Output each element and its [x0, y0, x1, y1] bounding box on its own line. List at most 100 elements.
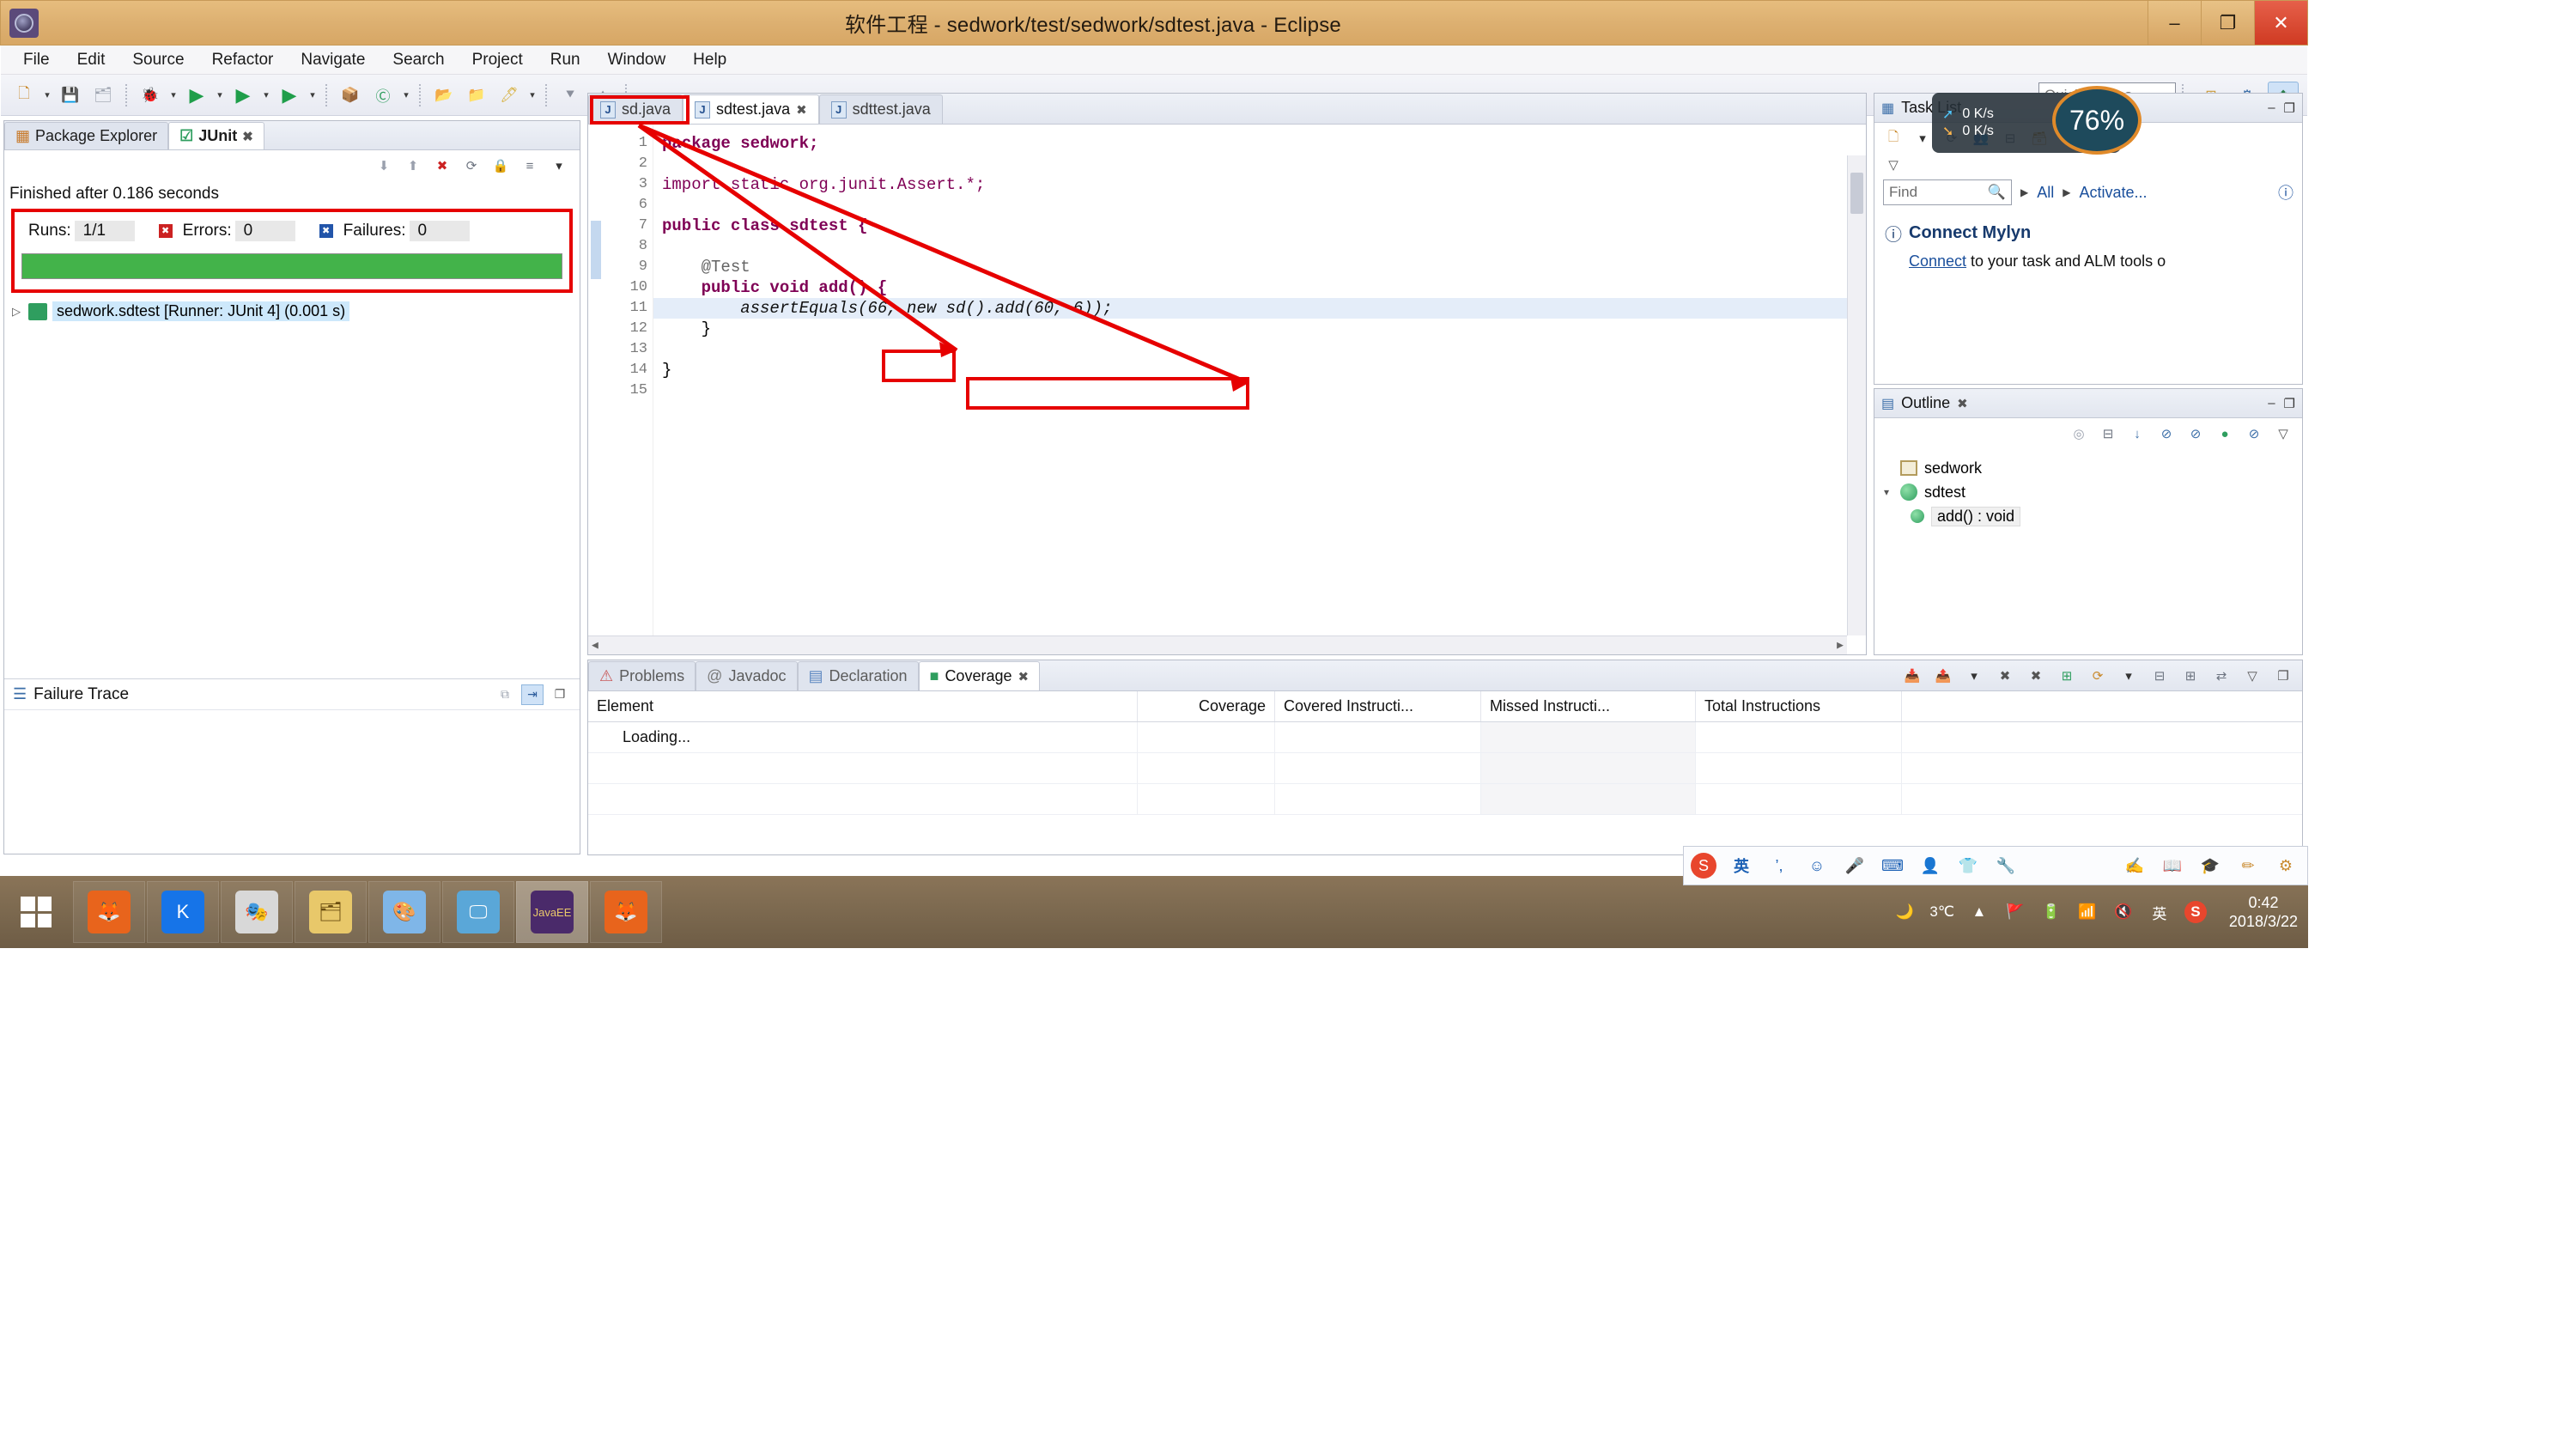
editor-tab-sd-java[interactable]: J sd.java: [588, 94, 683, 124]
taskbar-app-paint[interactable]: 🎨: [368, 881, 440, 943]
ime-chinese-icon[interactable]: 英: [2148, 901, 2171, 923]
editor-horizontal-scrollbar[interactable]: ◀ ▶: [588, 635, 1847, 654]
menu-run[interactable]: Run: [537, 49, 594, 71]
save-icon[interactable]: 💾: [57, 82, 84, 109]
menu-file[interactable]: File: [9, 49, 64, 71]
close-icon[interactable]: ✖: [1957, 396, 1968, 411]
maximize-icon[interactable]: ❐: [2284, 100, 2295, 116]
minimize-icon[interactable]: –: [2268, 396, 2275, 411]
new-wizard-icon[interactable]: 🗋: [10, 82, 38, 109]
maximize-button[interactable]: ❐: [2201, 1, 2254, 45]
expand-arrow-icon[interactable]: ▾: [1880, 486, 1893, 498]
expand-all-icon[interactable]: ⊞: [2178, 665, 2202, 687]
network-signal-icon[interactable]: 📶: [2076, 901, 2099, 923]
windows-start-icon[interactable]: [0, 876, 72, 948]
remove-session-icon[interactable]: ✖: [1993, 665, 2017, 687]
tab-problems[interactable]: ⚠ Problems: [588, 661, 696, 690]
code-text[interactable]: package sedwork; import static org.junit…: [653, 125, 1866, 654]
close-icon[interactable]: ✖: [242, 129, 253, 144]
table-row[interactable]: Loading...: [588, 722, 2302, 753]
save-all-icon[interactable]: 🗂: [89, 82, 117, 109]
battery-icon[interactable]: 🔋: [2040, 901, 2063, 923]
open-type-icon[interactable]: 📂: [430, 82, 458, 109]
volume-muted-icon[interactable]: 🔇: [2112, 901, 2135, 923]
taskbar-app-explorer[interactable]: 🗂: [295, 881, 367, 943]
session-dropdown-icon[interactable]: ▾: [1962, 665, 1986, 687]
run-icon[interactable]: ▶: [183, 82, 210, 109]
focus-on-active-task-icon[interactable]: ◎: [2067, 423, 2091, 445]
menu-help[interactable]: Help: [679, 49, 740, 71]
outline-row-method[interactable]: add() : void: [1880, 504, 2297, 528]
dictionary-icon[interactable]: 📖: [2160, 853, 2185, 879]
close-button[interactable]: ✕: [2254, 1, 2307, 45]
next-failure-icon[interactable]: ⬇: [372, 155, 396, 177]
help-icon[interactable]: ⓘ: [2278, 181, 2293, 204]
soft-keyboard-icon[interactable]: ⌨: [1880, 853, 1905, 879]
expand-arrow-icon[interactable]: ▷: [9, 305, 23, 319]
taskbar-app-eclipse[interactable]: JavaEE: [516, 881, 588, 943]
taskbar-app-mask[interactable]: 🎭: [221, 881, 293, 943]
emoji-icon[interactable]: ☺: [1804, 853, 1830, 879]
close-icon[interactable]: ✖: [796, 102, 807, 118]
tab-coverage[interactable]: ■ Coverage ✖: [918, 661, 1041, 690]
taskbar-app-media[interactable]: 🖵: [442, 881, 514, 943]
run-last-icon[interactable]: ▶: [276, 82, 303, 109]
editor-tab-sdttest-java[interactable]: J sdttest.java: [818, 94, 943, 124]
scope-arrow-icon[interactable]: ▶: [2020, 186, 2028, 198]
tab-junit[interactable]: ☑ JUnit ✖: [168, 122, 264, 149]
view-menu-icon[interactable]: ▽: [2240, 665, 2264, 687]
menu-navigate[interactable]: Navigate: [287, 49, 379, 71]
new-wizard-dropdown-icon[interactable]: ▾: [40, 82, 54, 109]
scope-all-link[interactable]: All: [2037, 184, 2054, 202]
relaunch-dropdown-icon[interactable]: ▾: [2117, 665, 2141, 687]
tab-declaration[interactable]: ▤ Declaration: [797, 661, 919, 690]
collapse-all-icon[interactable]: ⊟: [2148, 665, 2172, 687]
outline-row-package[interactable]: sedwork: [1880, 456, 2297, 480]
toolbox-icon[interactable]: 🔧: [1993, 853, 2019, 879]
column-covered-instructions[interactable]: Covered Instructi...: [1275, 691, 1481, 721]
graduation-icon[interactable]: 🎓: [2197, 853, 2223, 879]
sort-icon[interactable]: ↓: [2125, 423, 2149, 445]
cpu-usage-badge[interactable]: 76%: [2052, 86, 2142, 155]
table-row[interactable]: [588, 784, 2302, 815]
hand-icon[interactable]: ✍: [2122, 853, 2148, 879]
new-java-project-icon[interactable]: 📦: [337, 82, 364, 109]
scroll-right-icon[interactable]: ▶: [1837, 639, 1844, 652]
scroll-left-icon[interactable]: ◀: [592, 639, 598, 652]
column-total-instructions[interactable]: Total Instructions: [1696, 691, 1902, 721]
export-session-icon[interactable]: 📤: [1931, 665, 1955, 687]
connect-link[interactable]: Connect: [1909, 252, 1966, 270]
activate-arrow-icon[interactable]: ▶: [2063, 186, 2070, 198]
minimize-button[interactable]: –: [2148, 1, 2201, 45]
taskbar-app-firefox-2[interactable]: 🦊: [590, 881, 662, 943]
rerun-test-icon[interactable]: ⟳: [459, 155, 483, 177]
hide-static-icon[interactable]: ⊘: [2184, 423, 2208, 445]
taskbar-app-kugou[interactable]: K: [147, 881, 219, 943]
table-row[interactable]: [588, 753, 2302, 784]
outline-row-class[interactable]: ▾ sdtest: [1880, 480, 2297, 504]
merge-sessions-icon[interactable]: ⊞: [2055, 665, 2079, 687]
coverage-icon[interactable]: ▶: [229, 82, 257, 109]
skin-icon[interactable]: 👕: [1955, 853, 1981, 879]
filter-stack-trace-icon[interactable]: ⇥: [521, 684, 544, 705]
run-last-dropdown-icon[interactable]: ▾: [306, 82, 319, 109]
voice-input-icon[interactable]: 🎤: [1842, 853, 1868, 879]
sogou-logo-icon[interactable]: S: [1691, 853, 1716, 879]
tab-javadoc[interactable]: @ Javadoc: [696, 661, 798, 690]
new-task-dropdown-icon[interactable]: ▾: [1911, 127, 1935, 149]
menu-project[interactable]: Project: [459, 49, 537, 71]
link-with-selection-icon[interactable]: ⇄: [2209, 665, 2233, 687]
show-hidden-icons-icon[interactable]: ▲: [1968, 901, 1990, 923]
minimize-icon[interactable]: –: [2268, 100, 2275, 116]
menu-source[interactable]: Source: [118, 49, 197, 71]
remove-all-sessions-icon[interactable]: ✖: [2024, 665, 2048, 687]
new-task-icon[interactable]: 🗋: [1881, 127, 1905, 149]
activate-link[interactable]: Activate...: [2079, 184, 2147, 202]
column-coverage[interactable]: Coverage: [1138, 691, 1275, 721]
debug-icon[interactable]: 🐞: [137, 82, 164, 109]
tab-package-explorer[interactable]: ▦ Package Explorer: [4, 122, 169, 149]
sogou-tray-icon[interactable]: S: [2184, 901, 2207, 923]
lock-icon[interactable]: 🔒: [489, 155, 513, 177]
hide-nonpublic-icon[interactable]: ●: [2213, 423, 2237, 445]
chinese-english-toggle-icon[interactable]: 英: [1728, 853, 1754, 879]
